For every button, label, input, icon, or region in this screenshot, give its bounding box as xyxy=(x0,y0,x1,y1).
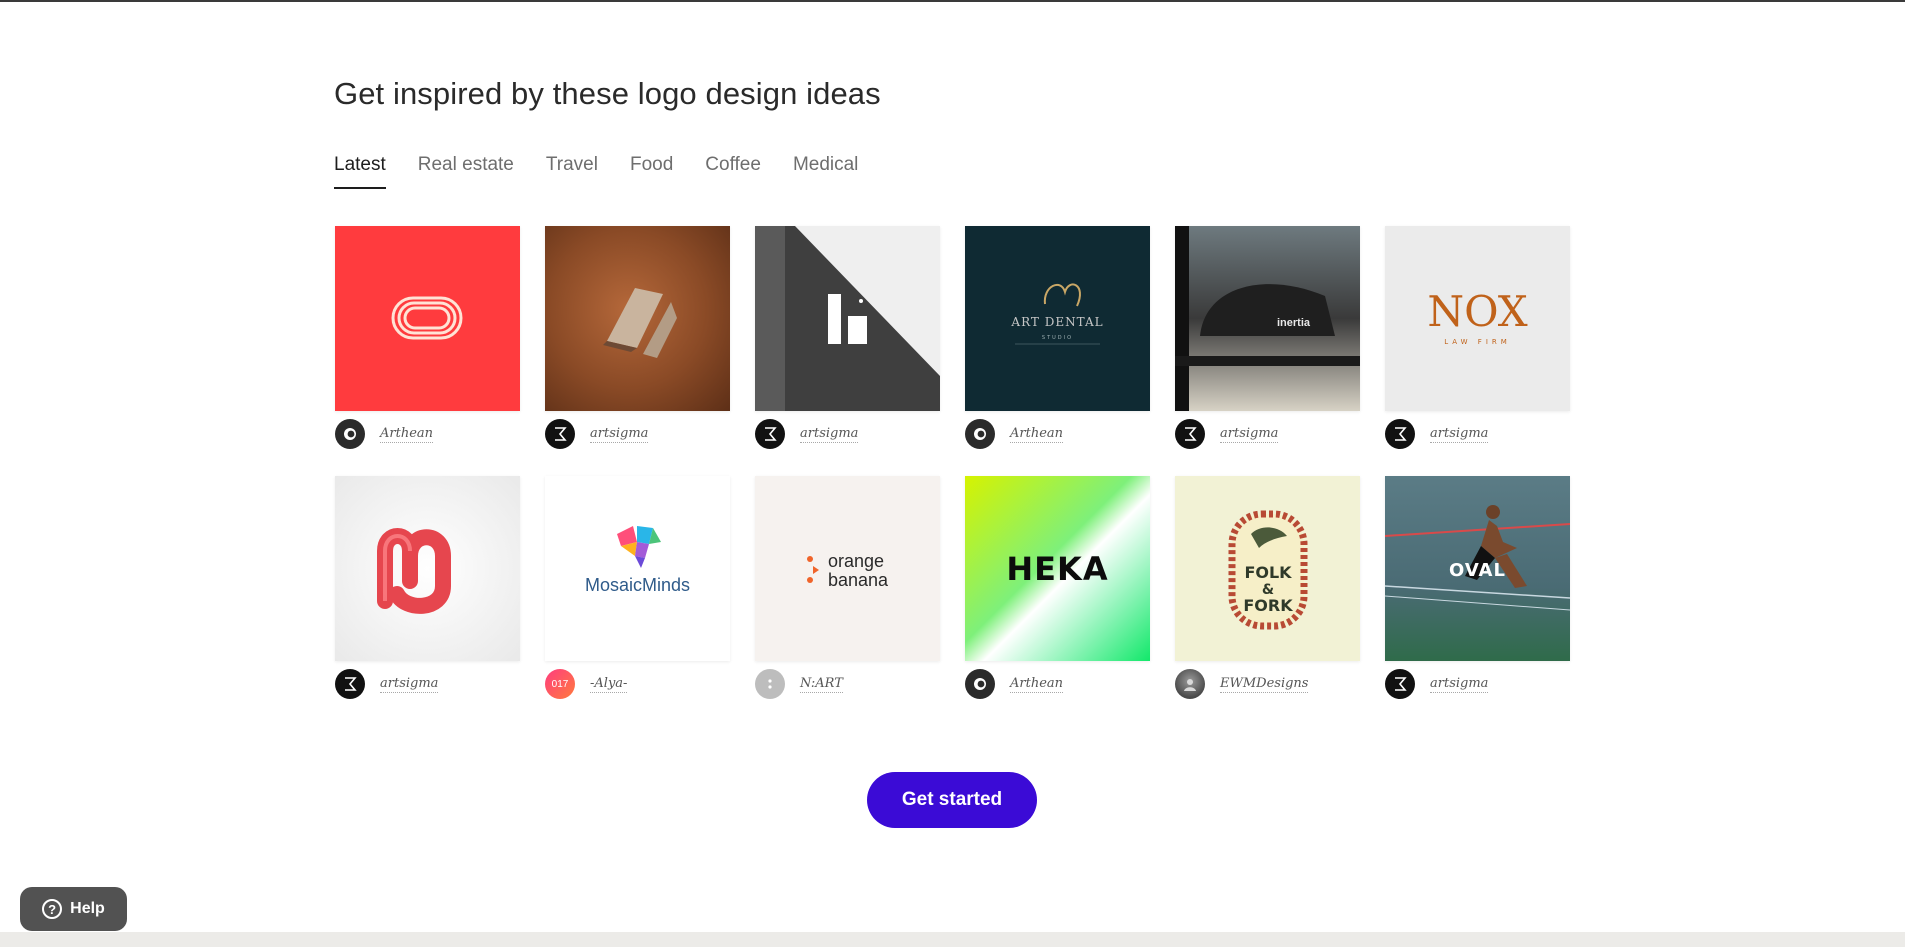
get-started-button[interactable]: Get started xyxy=(867,772,1037,828)
design-thumbnail[interactable]: MosaicMinds xyxy=(545,476,730,661)
design-thumbnail[interactable] xyxy=(335,476,520,661)
author-link[interactable]: artsigma xyxy=(1430,676,1489,693)
nox-logo-icon: NOX LAW FIRM xyxy=(1427,287,1527,346)
orange-banana-logo-icon: orange banana xyxy=(807,551,889,590)
sigma-icon[interactable] xyxy=(545,419,575,449)
logo-wordmark: NOX xyxy=(1427,287,1527,336)
sigma-icon[interactable] xyxy=(755,419,785,449)
m-glass-logo-icon xyxy=(377,528,451,614)
author-link[interactable]: artsigma xyxy=(590,426,649,443)
category-tabs: Latest Real estate Travel Food Coffee Me… xyxy=(334,154,858,189)
design-card[interactable]: FOLK & FORK EWMDesigns xyxy=(1175,476,1360,699)
author-link[interactable]: -Alya- xyxy=(590,676,628,693)
design-thumbnail[interactable]: ART DENTAL STUDIO xyxy=(965,226,1150,411)
author-link[interactable]: artsigma xyxy=(1430,426,1489,443)
logo-wordmark: banana xyxy=(828,570,889,590)
design-thumbnail[interactable]: HEKA xyxy=(965,476,1150,661)
arthean-eye-icon[interactable] xyxy=(965,419,995,449)
design-thumbnail[interactable] xyxy=(335,226,520,411)
author-link[interactable]: Arthean xyxy=(380,426,434,443)
logo-wordmark: OVAL xyxy=(1449,560,1506,581)
design-card[interactable]: Arthean xyxy=(335,226,520,449)
design-thumbnail[interactable]: orange banana xyxy=(755,476,940,661)
loop-logo-icon xyxy=(391,296,463,340)
arthean-eye-icon[interactable] xyxy=(335,419,365,449)
design-thumbnail[interactable] xyxy=(755,226,940,411)
author-link[interactable]: artsigma xyxy=(380,676,439,693)
default-avatar[interactable] xyxy=(755,669,785,699)
design-card[interactable]: OVAL artsigma xyxy=(1385,476,1570,699)
author-link[interactable]: Arthean xyxy=(1010,676,1064,693)
design-card[interactable]: HEKA Arthean xyxy=(965,476,1150,699)
design-card[interactable]: orange banana N:ART xyxy=(755,476,940,699)
logo-wordmark: ART DENTAL xyxy=(1010,315,1103,329)
sigma-icon[interactable] xyxy=(1385,669,1415,699)
sigma-icon[interactable] xyxy=(335,669,365,699)
oval-runner-logo-icon: OVAL xyxy=(1385,505,1570,611)
cap-logo-icon: inertia xyxy=(1175,226,1360,411)
heka-logo-icon: HEKA xyxy=(1006,550,1108,588)
section-title: Get inspired by these logo design ideas xyxy=(334,76,881,111)
design-thumbnail[interactable]: inertia xyxy=(1175,226,1360,411)
page-footer-band xyxy=(0,932,1905,947)
author-link[interactable]: Arthean xyxy=(1010,426,1064,443)
tab-real-estate[interactable]: Real estate xyxy=(418,154,514,189)
top-divider xyxy=(0,0,1905,2)
help-label: Help xyxy=(70,900,105,917)
logo-subline: LAW FIRM xyxy=(1444,338,1511,346)
design-thumbnail[interactable]: OVAL xyxy=(1385,476,1570,661)
logo-wordmark: HEKA xyxy=(1006,550,1108,588)
arthean-eye-icon[interactable] xyxy=(965,669,995,699)
design-thumbnail[interactable]: NOX LAW FIRM xyxy=(1385,226,1570,411)
tooth-logo-icon: ART DENTAL STUDIO xyxy=(1010,283,1103,345)
logo-wordmark: FORK xyxy=(1243,596,1293,615)
help-button[interactable]: ? Help xyxy=(20,887,127,931)
avatar-text: 017 xyxy=(551,678,569,690)
tab-food[interactable]: Food xyxy=(630,154,673,189)
author-link[interactable]: N:ART xyxy=(800,676,843,693)
tab-travel[interactable]: Travel xyxy=(546,154,598,189)
design-card[interactable]: artsigma xyxy=(335,476,520,699)
stone-logo-icon xyxy=(603,288,677,358)
photo-avatar[interactable] xyxy=(1175,669,1205,699)
brain-logo-icon: MosaicMinds xyxy=(585,526,690,595)
folk-fork-logo-icon: FOLK & FORK xyxy=(1228,510,1308,630)
question-icon: ? xyxy=(42,899,63,919)
logo-wordmark: orange xyxy=(828,551,884,571)
logo-subline: STUDIO xyxy=(1042,335,1073,341)
design-card[interactable]: NOX LAW FIRM artsigma xyxy=(1385,226,1570,449)
tab-medical[interactable]: Medical xyxy=(793,154,858,189)
design-card[interactable]: MosaicMinds 017 -Alya- xyxy=(545,476,730,699)
design-card[interactable]: inertia artsigma xyxy=(1175,226,1360,449)
logo-wordmark: FOLK xyxy=(1244,563,1292,582)
author-link[interactable]: EWMDesigns xyxy=(1220,676,1309,693)
logo-wordmark: MosaicMinds xyxy=(585,575,690,595)
sigma-icon[interactable] xyxy=(1385,419,1415,449)
tab-latest[interactable]: Latest xyxy=(334,154,386,189)
author-link[interactable]: artsigma xyxy=(1220,426,1279,443)
sigma-icon[interactable] xyxy=(1175,419,1205,449)
design-card[interactable]: artsigma xyxy=(755,226,940,449)
design-grid: Arthean artsigma artsigma ART DENTAL STU… xyxy=(335,226,1570,699)
design-card[interactable]: ART DENTAL STUDIO Arthean xyxy=(965,226,1150,449)
design-card[interactable]: artsigma xyxy=(545,226,730,449)
design-thumbnail[interactable]: FOLK & FORK xyxy=(1175,476,1360,661)
logo-wordmark: inertia xyxy=(1277,317,1311,329)
design-thumbnail[interactable] xyxy=(545,226,730,411)
tab-coffee[interactable]: Coffee xyxy=(705,154,761,189)
building-logo-icon xyxy=(755,226,940,411)
alya-avatar[interactable]: 017 xyxy=(545,669,575,699)
author-link[interactable]: artsigma xyxy=(800,426,859,443)
